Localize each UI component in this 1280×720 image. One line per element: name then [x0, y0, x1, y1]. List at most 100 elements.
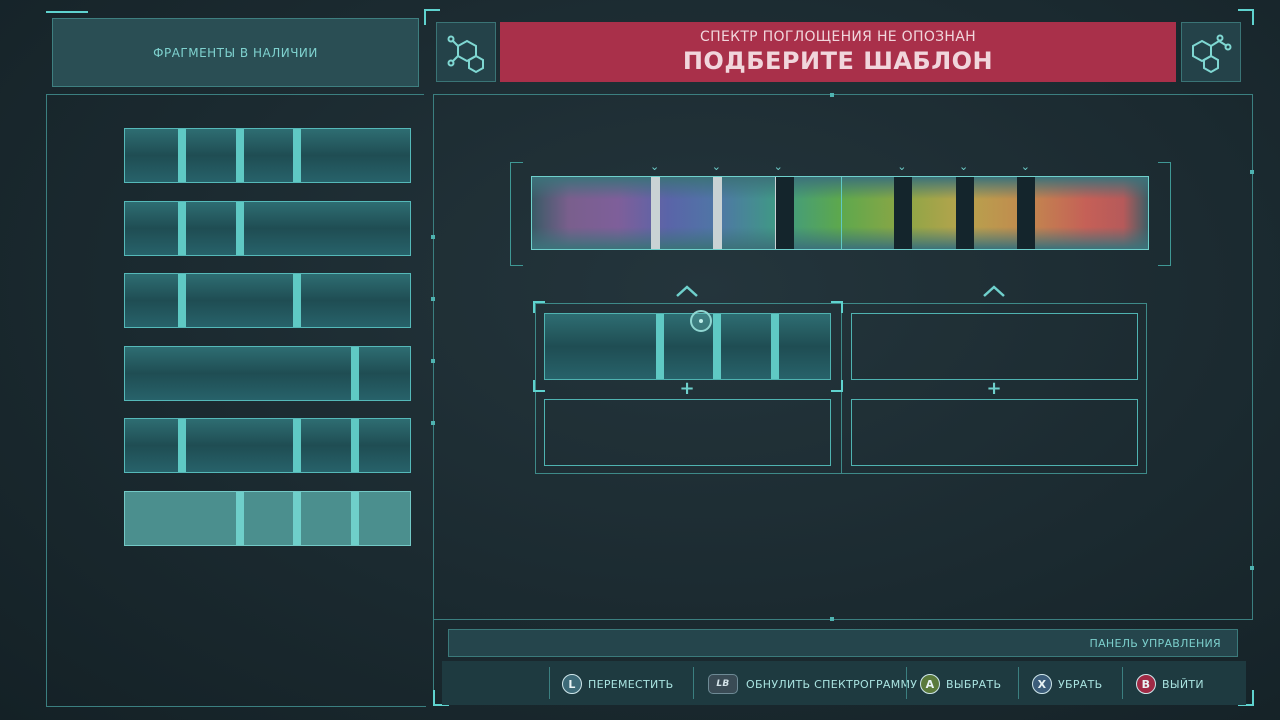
plus-icon: + [679, 378, 695, 399]
plus-icon: + [986, 378, 1002, 399]
lb-button-icon: LB [708, 674, 738, 694]
control-panel-title: ПАНЕЛЬ УПРАВЛЕНИЯ [1089, 636, 1221, 650]
template-slot[interactable] [544, 399, 831, 466]
control-action-5[interactable]: B ВЫЙТИ [1136, 672, 1204, 696]
molecule-icon-left [436, 22, 496, 82]
chevron-down-icon: ⌄ [897, 160, 907, 173]
tick [431, 421, 435, 425]
selection-corner [533, 380, 545, 392]
fragment-band [350, 346, 359, 400]
slot-up-arrow-icon[interactable] [675, 284, 699, 298]
frame-line [46, 94, 424, 95]
control-label: ОБНУЛИТЬ СПЕКТРОГРАММУ [746, 677, 918, 691]
chevron-down-icon: ⌄ [773, 160, 783, 173]
control-separator [1122, 667, 1123, 699]
control-separator [1018, 667, 1019, 699]
tick [431, 359, 435, 363]
spectrum-band [776, 177, 795, 249]
fragment-band [293, 419, 302, 473]
control-action-3[interactable]: A ВЫБРАТЬ [920, 672, 1001, 696]
fragment-band [293, 492, 302, 545]
control-label: ВЫЙТИ [1162, 677, 1204, 691]
tick [1250, 170, 1254, 174]
control-label: ВЫБРАТЬ [946, 677, 1002, 691]
fragment-band [293, 129, 302, 182]
frame-line [46, 94, 47, 706]
status-title: ПОДБЕРИТЕ ШАБЛОН [682, 47, 994, 75]
control-panel-header: ПАНЕЛЬ УПРАВЛЕНИЯ [448, 629, 1238, 657]
fragment-band [293, 274, 302, 328]
frame-accent [46, 11, 88, 13]
fragment-band [350, 419, 359, 473]
chevron-down-icon: ⌄ [958, 160, 969, 173]
fragment-band [178, 129, 187, 182]
left-stick-icon: L [562, 674, 582, 694]
spectrum-fragment[interactable] [124, 491, 411, 546]
tick [830, 617, 834, 621]
slot-up-arrow-icon[interactable] [982, 284, 1006, 298]
molecule-icon [1192, 34, 1232, 74]
selection-corner [831, 380, 843, 392]
spectrum-band [1017, 177, 1036, 249]
spectrum-band [651, 177, 661, 249]
control-action-2[interactable]: LB ОБНУЛИТЬ СПЕКТРОГРАММУ [708, 672, 917, 696]
selection-corner [533, 301, 545, 313]
molecule-icon [447, 35, 484, 74]
status-subtitle: СПЕКТР ПОГЛОЩЕНИЯ НЕ ОПОЗНАН [700, 29, 976, 45]
control-label: ПЕРЕМЕСТИТЬ [588, 677, 674, 691]
frame-line [433, 94, 434, 706]
fragments-title: ФРАГМЕНТЫ В НАЛИЧИИ [153, 45, 318, 60]
fragment-band [350, 492, 359, 545]
spectrum-bracket [510, 162, 523, 266]
tick [830, 93, 834, 97]
slot-band [770, 314, 779, 379]
fragment-band [235, 201, 244, 255]
control-separator [549, 667, 550, 699]
template-slot[interactable] [851, 313, 1138, 380]
spectrum-fragment[interactable] [124, 128, 411, 183]
spectrum-fragment[interactable] [124, 273, 411, 329]
frame-line [433, 94, 1253, 95]
fragment-band [235, 129, 244, 182]
fragments-header: ФРАГМЕНТЫ В НАЛИЧИИ [52, 18, 419, 87]
spectrum-band [893, 177, 912, 249]
chevron-down-icon: ⌄ [1020, 160, 1030, 173]
tick [431, 235, 435, 239]
absorption-spectrum [531, 176, 1149, 250]
slot-band [655, 314, 664, 379]
spectrum-band [712, 177, 722, 249]
spectrum-divider [841, 177, 842, 249]
selection-corner [831, 301, 843, 313]
chevron-down-icon: ⌄ [649, 160, 660, 173]
x-button-icon: X [1032, 674, 1052, 694]
molecule-icon-right [1181, 22, 1241, 82]
spectrum-fragment[interactable] [124, 200, 411, 256]
spectrum-fragment[interactable] [124, 418, 411, 474]
a-button-icon: A [920, 674, 940, 694]
template-slot[interactable] [851, 399, 1138, 466]
control-action-4[interactable]: X УБРАТЬ [1032, 672, 1102, 696]
cursor-icon [690, 310, 712, 332]
spectrum-fragment[interactable] [124, 345, 411, 401]
fragment-band [235, 492, 244, 545]
fragment-band [178, 274, 187, 328]
template-slot[interactable] [544, 313, 831, 380]
fragment-band [178, 419, 187, 473]
control-action-1[interactable]: L ПЕРЕМЕСТИТЬ [562, 672, 673, 696]
frame-line [433, 619, 1253, 620]
chevron-down-icon: ⌄ [711, 160, 721, 173]
tick [431, 297, 435, 301]
tick [1250, 566, 1254, 570]
control-separator [906, 667, 907, 699]
spectrum-band [955, 177, 974, 249]
control-label: УБРАТЬ [1058, 677, 1103, 691]
b-button-icon: B [1136, 674, 1156, 694]
frame-line [46, 706, 426, 707]
control-separator [693, 667, 694, 699]
spectrum-bracket [1158, 162, 1171, 266]
spectrum-shade [532, 227, 1148, 249]
fragment-band [178, 201, 187, 255]
slot-band [713, 314, 722, 379]
spectrum-shade [532, 177, 1148, 199]
status-banner: СПЕКТР ПОГЛОЩЕНИЯ НЕ ОПОЗНАН ПОДБЕРИТЕ Ш… [500, 22, 1176, 82]
